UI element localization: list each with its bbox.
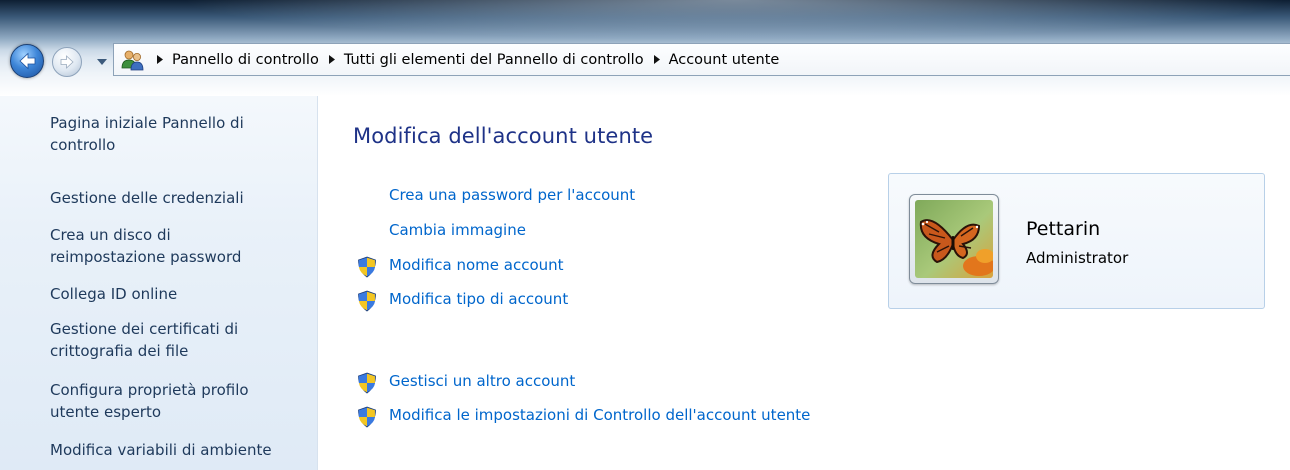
back-arrow-icon [19,52,36,70]
sidebar-item-environment-variables[interactable]: Modifica variabili di ambiente [50,439,312,461]
uac-shield-icon [358,406,376,428]
breadcrumb-user-accounts[interactable]: Account utente [669,52,780,68]
forward-arrow-icon [60,55,74,69]
forward-button[interactable] [52,47,82,77]
sidebar-item-label: controllo [50,136,116,154]
chevron-down-icon [97,58,107,65]
sidebar-item-file-encryption-certificates[interactable]: Gestione dei certificati di crittografia… [50,318,312,362]
triangle-right-icon[interactable] [157,55,163,64]
user-role: Administrator [1026,249,1129,267]
title-glow [180,0,1290,40]
triangle-right-icon[interactable] [328,55,335,64]
uac-settings-link[interactable]: Modifica le impostazioni di Controllo de… [389,406,810,424]
sidebar-item-label: Pagina iniziale Pannello di [50,114,244,132]
window-header: Pannello di controllo Tutti gli elementi… [0,0,1290,96]
rename-account-link[interactable]: Modifica nome account [389,256,564,274]
create-password-link[interactable]: Crea una password per l'account [389,186,635,204]
butterfly-picture [915,200,993,278]
sidebar-item-password-reset-disk[interactable]: Crea un disco di reimpostazione password [50,224,312,268]
uac-shield-icon [358,256,376,278]
sidebar-item-label: Crea un disco di [50,226,171,244]
page-title: Modifica dell'account utente [353,124,654,148]
sidebar-item-label: reimpostazione password [50,248,242,266]
sidebar-item-label: crittografia dei file [50,342,189,360]
sidebar-item-label: Configura proprietà profilo [50,381,249,399]
back-button[interactable] [10,44,44,78]
user-name: Pettarin [1026,218,1101,240]
sidebar-item-advanced-profile-properties[interactable]: Configura proprietà profilo utente esper… [50,379,312,423]
sidebar-item-label: Collega ID online [50,285,178,303]
sidebar-item-credential-manager[interactable]: Gestione delle credenziali [50,187,312,209]
sidebar-item-label: Gestione dei certificati di [50,320,239,338]
manage-another-account-link[interactable]: Gestisci un altro account [389,372,575,390]
user-account-tile: Pettarin Administrator [888,173,1265,309]
address-bar[interactable]: Pannello di controllo Tutti gli elementi… [113,43,1290,76]
sidebar-item-label: Gestione delle credenziali [50,189,244,207]
sidebar-item-label: utente esperto [50,403,162,421]
user-accounts-icon [119,47,147,73]
breadcrumb-control-panel[interactable]: Pannello di controllo [172,52,319,68]
change-account-type-link[interactable]: Modifica tipo di account [389,290,568,308]
recent-pages-button[interactable] [95,55,109,69]
uac-shield-icon [358,372,376,394]
uac-shield-icon [358,290,376,312]
sidebar-item-control-panel-home[interactable]: Pagina iniziale Pannello di controllo [50,112,312,156]
avatar[interactable] [909,194,999,284]
sidebar-item-link-online-id[interactable]: Collega ID online [50,283,312,305]
breadcrumb-all-items[interactable]: Tutti gli elementi del Pannello di contr… [344,52,644,68]
change-picture-link[interactable]: Cambia immagine [389,221,526,239]
triangle-right-icon[interactable] [653,55,660,64]
sidebar-item-label: Modifica variabili di ambiente [50,441,272,459]
